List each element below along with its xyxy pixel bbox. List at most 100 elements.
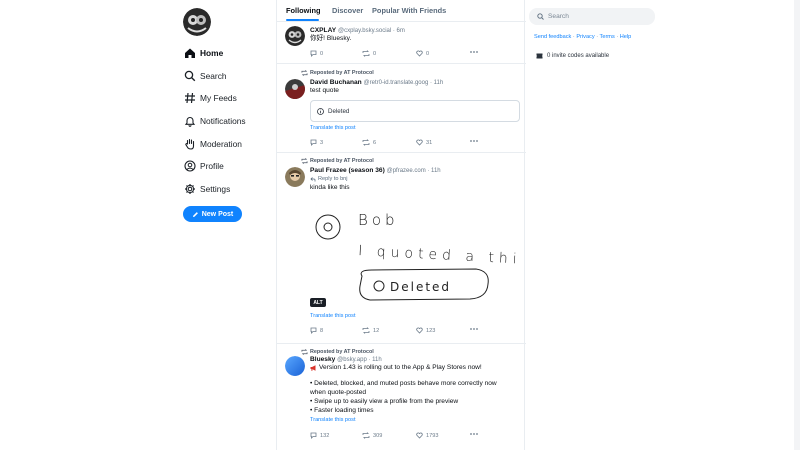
repost-count: 6 xyxy=(373,139,377,146)
like-button[interactable]: 123 xyxy=(416,327,435,334)
repost-label[interactable]: Reposted by AT Protocol xyxy=(310,158,374,164)
post-header: David Buchanan @retr0-id.translate.goog … xyxy=(310,79,443,86)
drawing-text-deleted: Deleted xyxy=(390,280,451,294)
like-button[interactable]: 0 xyxy=(416,50,429,57)
feed-post[interactable]: Reposted by AT Protocol Paul Frazee (sea… xyxy=(277,153,526,344)
repost-icon xyxy=(301,70,308,76)
post-text: • Swipe up to easily view a profile from… xyxy=(310,398,459,405)
search-icon xyxy=(184,70,196,82)
avatar[interactable] xyxy=(285,26,305,46)
reply-arrow-icon xyxy=(310,176,316,181)
like-button[interactable]: 31 xyxy=(416,139,432,146)
reply-icon xyxy=(310,327,317,334)
repost-icon xyxy=(362,327,370,334)
more-options-button[interactable] xyxy=(470,327,478,331)
author-name[interactable]: Bluesky xyxy=(310,356,335,363)
post-text: • Deleted, blocked, and muted posts beha… xyxy=(310,380,497,387)
avatar[interactable] xyxy=(285,167,305,187)
repost-icon xyxy=(362,432,370,439)
post-actions: 132 309 1793 xyxy=(310,432,510,442)
post-actions: 8 12 123 xyxy=(310,327,510,337)
reply-button[interactable]: 3 xyxy=(310,139,323,146)
tab-popular-with-friends[interactable]: Popular With Friends xyxy=(372,6,446,15)
invite-codes[interactable]: 0 invite codes available xyxy=(536,53,609,59)
avatar[interactable] xyxy=(285,356,305,376)
heart-icon xyxy=(416,50,423,57)
home-icon xyxy=(184,47,196,59)
alt-badge[interactable]: ALT xyxy=(310,298,326,307)
privacy-link[interactable]: Privacy xyxy=(576,34,594,40)
repost-indicator: Reposted by AT Protocol xyxy=(301,349,374,355)
ticket-icon xyxy=(536,53,543,59)
more-options-button[interactable] xyxy=(470,50,478,54)
author-name[interactable]: David Buchanan xyxy=(310,79,362,86)
repost-button[interactable]: 0 xyxy=(362,50,376,57)
repost-button[interactable]: 12 xyxy=(362,327,379,334)
repost-label[interactable]: Reposted by AT Protocol xyxy=(310,349,374,355)
feed-post[interactable]: Reposted by AT Protocol Bluesky @bsky.ap… xyxy=(277,344,526,450)
sidebar-item-label: Profile xyxy=(200,161,224,172)
send-feedback-link[interactable]: Send feedback xyxy=(534,34,571,40)
reply-to-label: Reply to bnj xyxy=(318,176,348,182)
sidebar-nav: Home Search My Feeds Notifications Moder… xyxy=(184,42,274,200)
sidebar-item-search[interactable]: Search xyxy=(184,65,274,88)
reply-count: 3 xyxy=(320,139,324,146)
post-actions: 3 6 31 xyxy=(310,139,510,149)
drawing-text-name: Bob xyxy=(358,211,399,229)
help-link[interactable]: Help xyxy=(620,34,632,40)
repost-button[interactable]: 6 xyxy=(362,139,376,146)
feed-tabs: Following Discover Popular With Friends xyxy=(277,0,526,22)
sidebar-item-label: Settings xyxy=(200,183,231,194)
heart-icon xyxy=(416,432,423,439)
sidebar-item-moderation[interactable]: Moderation xyxy=(184,132,274,155)
user-icon xyxy=(184,160,196,172)
feed-post[interactable]: Reposted by AT Protocol David Buchanan @… xyxy=(277,64,526,153)
post-actions: 0 0 0 xyxy=(310,50,510,60)
repost-indicator: Reposted by AT Protocol xyxy=(301,158,374,164)
sidebar-item-settings[interactable]: Settings xyxy=(184,178,274,201)
post-text: Version 1.43 is rolling out to the App &… xyxy=(319,364,482,371)
post-text-line: Version 1.43 is rolling out to the App &… xyxy=(310,364,482,372)
post-text: kinda like this xyxy=(310,184,350,191)
new-post-button[interactable]: New Post xyxy=(183,206,242,222)
tab-discover[interactable]: Discover xyxy=(332,6,363,15)
scrollbar[interactable] xyxy=(794,0,800,450)
reply-button[interactable]: 0 xyxy=(310,50,323,57)
repost-label[interactable]: Reposted by AT Protocol xyxy=(310,70,374,76)
translate-link[interactable]: Translate this post xyxy=(310,125,356,131)
tab-following[interactable]: Following xyxy=(286,6,320,15)
like-button[interactable]: 1793 xyxy=(416,432,438,439)
sidebar-item-profile[interactable]: Profile xyxy=(184,155,274,178)
translate-link[interactable]: Translate this post xyxy=(310,417,356,423)
search-input[interactable]: Search xyxy=(529,8,655,25)
reply-to-indicator[interactable]: Reply to bnj xyxy=(310,176,348,182)
sidebar-item-notifications[interactable]: Notifications xyxy=(184,110,274,133)
post-header: Paul Frazee (season 36) @pfrazee.com · 1… xyxy=(310,167,441,174)
like-count: 1793 xyxy=(426,432,439,439)
author-meta: @pfrazee.com · 11h xyxy=(386,168,441,174)
new-post-label: New Post xyxy=(201,210,234,218)
feed-post[interactable]: CXPLAY @cxplay.bsky.social · 6m 你好! Blue… xyxy=(277,22,526,64)
user-avatar-logo[interactable] xyxy=(183,8,211,36)
author-name[interactable]: CXPLAY xyxy=(310,27,336,34)
reply-button[interactable]: 132 xyxy=(310,432,329,439)
more-options-button[interactable] xyxy=(470,432,478,436)
reply-button[interactable]: 8 xyxy=(310,327,323,334)
sidebar-item-home[interactable]: Home xyxy=(184,42,274,65)
more-options-button[interactable] xyxy=(470,139,478,143)
gear-icon xyxy=(184,183,196,195)
translate-link[interactable]: Translate this post xyxy=(310,313,356,319)
avatar[interactable] xyxy=(285,79,305,99)
repost-button[interactable]: 309 xyxy=(362,432,382,439)
quote-label: Deleted xyxy=(328,107,350,115)
post-image[interactable]: Bob I quoted a thing Deleted ALT xyxy=(310,198,520,310)
sidebar-item-my-feeds[interactable]: My Feeds xyxy=(184,87,274,110)
reply-icon xyxy=(310,139,317,146)
sidebar-item-label: Search xyxy=(200,70,227,81)
footer-links: Send feedback · Privacy · Terms · Help xyxy=(534,34,631,40)
post-text: test quote xyxy=(310,87,339,94)
hashtag-icon xyxy=(184,92,196,104)
author-name[interactable]: Paul Frazee (season 36) xyxy=(310,167,385,174)
repost-icon xyxy=(362,50,370,57)
terms-link[interactable]: Terms xyxy=(600,34,615,40)
